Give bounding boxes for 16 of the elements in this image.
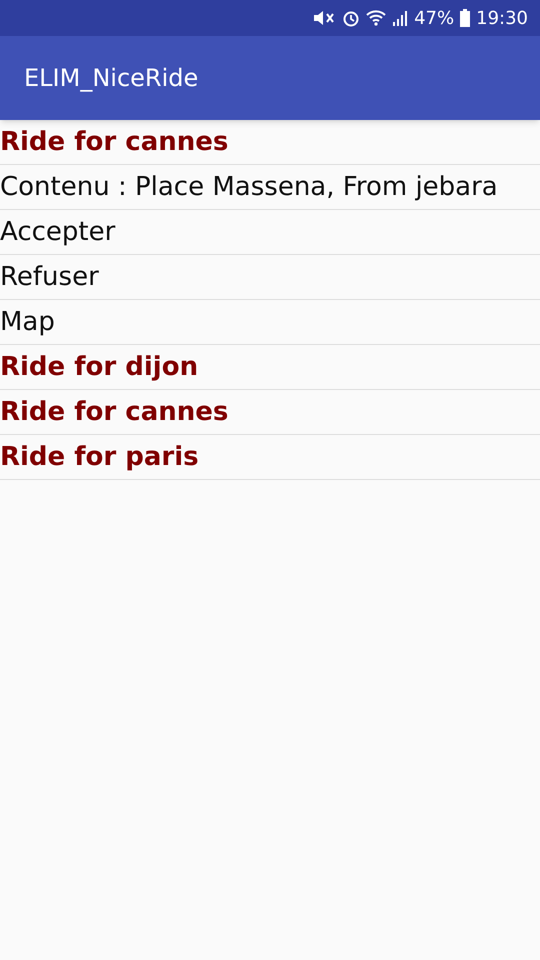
ride-group-item[interactable]: Ride for cannes: [0, 390, 540, 435]
ride-detail-item[interactable]: Refuser: [0, 255, 540, 300]
ride-detail-item[interactable]: Contenu : Place Massena, From jebara: [0, 165, 540, 210]
signal-icon: [392, 9, 408, 27]
clock-time: 19:30: [476, 6, 528, 30]
ride-detail-item[interactable]: Map: [0, 300, 540, 345]
ride-detail-item[interactable]: Accepter: [0, 210, 540, 255]
battery-percent: 47%: [414, 6, 454, 30]
mute-icon: [312, 9, 336, 27]
wifi-icon: [366, 9, 386, 27]
ride-group-item[interactable]: Ride for dijon: [0, 345, 540, 390]
battery-icon: [460, 9, 470, 27]
app-title: ELIM_NiceRide: [24, 63, 198, 94]
alarm-icon: [342, 9, 360, 27]
ride-group-item[interactable]: Ride for cannes: [0, 120, 540, 165]
ride-group-item[interactable]: Ride for paris: [0, 435, 540, 480]
